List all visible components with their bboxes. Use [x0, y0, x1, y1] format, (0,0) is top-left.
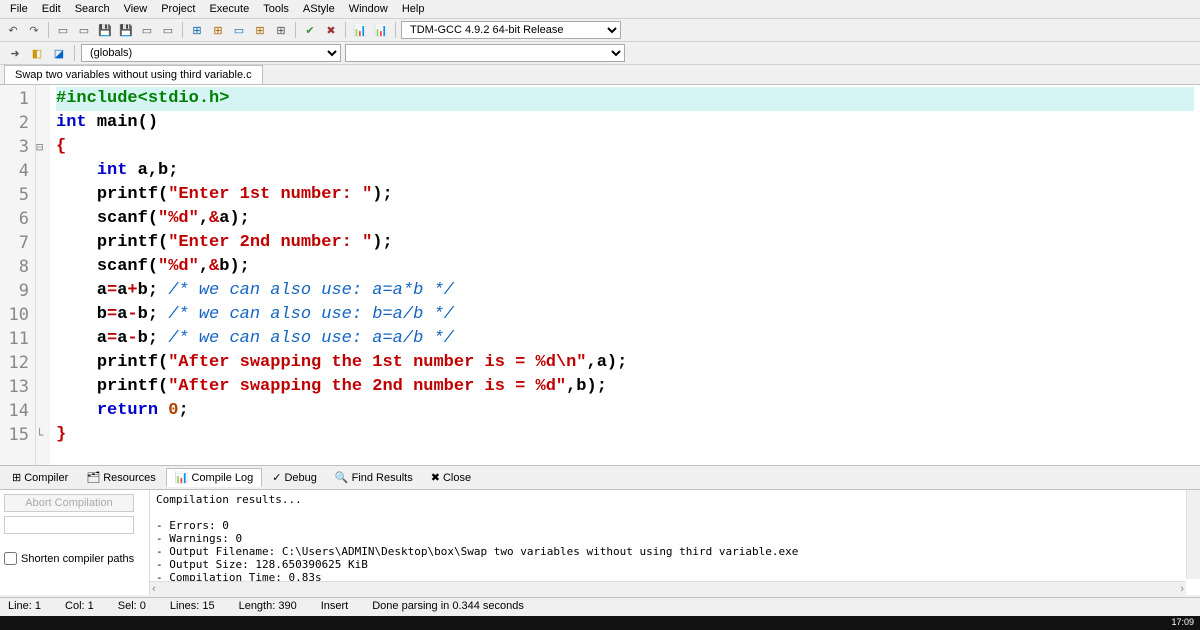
print-icon[interactable]: ▭ [138, 21, 156, 39]
code-line[interactable]: b=a-b; /* we can also use: b=a/b */ [56, 303, 1194, 327]
menu-bar: FileEditSearchViewProjectExecuteToolsASt… [0, 0, 1200, 19]
code-line[interactable]: } [56, 423, 1194, 447]
code-line[interactable]: int a,b; [56, 159, 1194, 183]
menu-help[interactable]: Help [396, 1, 431, 17]
clock: 17:09 [1171, 617, 1194, 629]
tab-label: Resources [103, 472, 156, 484]
new-icon[interactable]: ▭ [54, 21, 72, 39]
shorten-label: Shorten compiler paths [21, 553, 134, 565]
code-line[interactable]: printf("After swapping the 1st number is… [56, 351, 1194, 375]
compiler-icon: ⊞ [12, 471, 21, 484]
open-icon[interactable]: ▭ [75, 21, 93, 39]
saveall-icon[interactable]: 💾 [117, 21, 135, 39]
compilerun-icon[interactable]: ▭ [230, 21, 248, 39]
code-line[interactable]: #include<stdio.h> [56, 87, 1194, 111]
os-taskbar: 17:09 [0, 616, 1200, 630]
code-line[interactable]: { [56, 135, 1194, 159]
code-line[interactable]: int main() [56, 111, 1194, 135]
debug-icon: ✓ [272, 471, 281, 484]
code-line[interactable]: return 0; [56, 399, 1194, 423]
compile-log-panel: Abort Compilation Shorten compiler paths… [0, 490, 1200, 595]
output-tab-resources[interactable]: 🗂Resources [78, 468, 164, 487]
status-mode: Insert [321, 600, 349, 612]
secondary-toolbar: ➜ ◧ ◪ (globals) [0, 42, 1200, 65]
scope-select[interactable]: (globals) [81, 44, 341, 62]
tab-label: Compile Log [191, 472, 253, 484]
log-output[interactable]: Compilation results... - Errors: 0 - War… [150, 490, 1200, 595]
tab-label: Close [443, 472, 471, 484]
code-line[interactable]: printf("After swapping the 2nd number is… [56, 375, 1194, 399]
menu-search[interactable]: Search [69, 1, 116, 17]
code-line[interactable]: a=a-b; /* we can also use: a=a/b */ [56, 327, 1194, 351]
output-tab-compile-log[interactable]: 📊Compile Log [166, 468, 262, 487]
cancel-icon[interactable]: ✖ [322, 21, 340, 39]
run-icon[interactable]: ⊞ [209, 21, 227, 39]
output-tab-close[interactable]: ✖Close [423, 468, 479, 487]
code-line[interactable]: scanf("%d",&a); [56, 207, 1194, 231]
tab-label: Compiler [24, 472, 68, 484]
goto-icon[interactable]: ➜ [6, 44, 24, 62]
file-tab[interactable]: Swap two variables without using third v… [4, 65, 263, 84]
status-lines: Lines: 15 [170, 600, 215, 612]
stats2-icon[interactable]: 📊 [372, 21, 390, 39]
abort-button: Abort Compilation [4, 494, 134, 512]
tab-label: Find Results [352, 472, 413, 484]
cmd-box [4, 516, 134, 534]
menu-file[interactable]: File [4, 1, 34, 17]
check-icon[interactable]: ✔ [301, 21, 319, 39]
close-icon: ✖ [431, 471, 440, 484]
code-line[interactable]: a=a+b; /* we can also use: a=a*b */ [56, 279, 1194, 303]
output-tab-compiler[interactable]: ⊞Compiler [4, 468, 76, 487]
menu-project[interactable]: Project [155, 1, 201, 17]
log-scroll-v[interactable] [1186, 490, 1200, 579]
log-controls: Abort Compilation Shorten compiler paths [0, 490, 150, 595]
code-editor[interactable]: 123456789101112131415 ⊟ └ #include<stdio… [0, 85, 1200, 465]
status-length: Length: 390 [239, 600, 297, 612]
code-line[interactable]: printf("Enter 1st number: "); [56, 183, 1194, 207]
goto2-icon[interactable]: ◪ [50, 44, 68, 62]
code-line[interactable]: printf("Enter 2nd number: "); [56, 231, 1194, 255]
code-area[interactable]: #include<stdio.h>int main(){ int a,b; pr… [50, 85, 1200, 465]
output-tab-bar: ⊞Compiler🗂Resources📊Compile Log✓Debug🔍Fi… [0, 465, 1200, 490]
menu-view[interactable]: View [118, 1, 154, 17]
menu-tools[interactable]: Tools [257, 1, 295, 17]
compiler-select[interactable]: TDM-GCC 4.9.2 64-bit Release [401, 21, 621, 39]
menu-execute[interactable]: Execute [203, 1, 255, 17]
find-results-icon: 🔍 [335, 471, 349, 484]
file-tab-bar: Swap two variables without using third v… [0, 65, 1200, 85]
back-icon[interactable]: ↶ [4, 21, 22, 39]
status-col: Col: 1 [65, 600, 94, 612]
rebuild-icon[interactable]: ⊞ [251, 21, 269, 39]
stats1-icon[interactable]: 📊 [351, 21, 369, 39]
compile-icon[interactable]: ⊞ [188, 21, 206, 39]
forward-icon[interactable]: ↷ [25, 21, 43, 39]
shorten-paths-checkbox[interactable]: Shorten compiler paths [4, 552, 145, 565]
save-icon[interactable]: 💾 [96, 21, 114, 39]
member-select[interactable] [345, 44, 625, 62]
bookmark-icon[interactable]: ◧ [28, 44, 46, 62]
menu-edit[interactable]: Edit [36, 1, 67, 17]
menu-window[interactable]: Window [343, 1, 394, 17]
resources-icon: 🗂 [86, 471, 100, 484]
log-scroll-h[interactable]: ‹› [150, 581, 1186, 595]
status-sel: Sel: 0 [118, 600, 146, 612]
status-bar: Line: 1 Col: 1 Sel: 0 Lines: 15 Length: … [0, 597, 1200, 614]
rebuildall-icon[interactable]: ⊞ [272, 21, 290, 39]
menu-astyle[interactable]: AStyle [297, 1, 341, 17]
other-icon[interactable]: ▭ [159, 21, 177, 39]
output-tab-find-results[interactable]: 🔍Find Results [327, 468, 421, 487]
main-toolbar: ↶ ↷ ▭ ▭ 💾 💾 ▭ ▭ ⊞ ⊞ ▭ ⊞ ⊞ ✔ ✖ 📊 📊 TDM-GC… [0, 19, 1200, 42]
shorten-check-input[interactable] [4, 552, 17, 565]
output-tab-debug[interactable]: ✓Debug [264, 468, 325, 487]
compile-log-icon: 📊 [175, 471, 189, 484]
tab-label: Debug [284, 472, 316, 484]
status-line: Line: 1 [8, 600, 41, 612]
status-parse: Done parsing in 0.344 seconds [372, 600, 524, 612]
fold-gutter[interactable]: ⊟ └ [36, 85, 50, 465]
line-gutter: 123456789101112131415 [0, 85, 36, 465]
code-line[interactable]: scanf("%d",&b); [56, 255, 1194, 279]
